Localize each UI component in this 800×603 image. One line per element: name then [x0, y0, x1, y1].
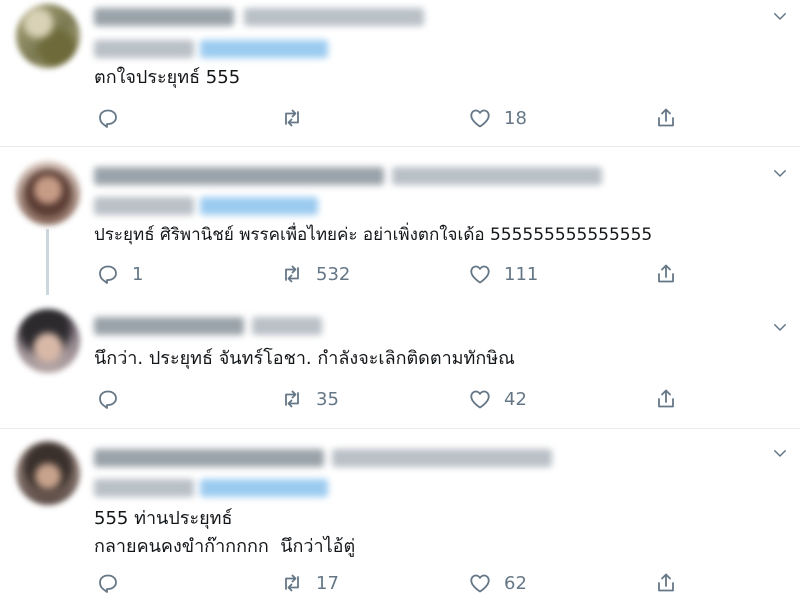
- author-handle[interactable]: [252, 317, 322, 335]
- tweet-text-line: 555 ท่านประยุทธ์: [94, 508, 233, 529]
- tweet-text: 555 ท่านประยุทธ์กลายคนคงขำก๊ากกกก นึกว่า…: [94, 505, 355, 561]
- share-button[interactable]: [654, 260, 678, 288]
- avatar[interactable]: [16, 161, 80, 225]
- reply-count: 1: [132, 263, 144, 285]
- like-button[interactable]: 111: [468, 260, 538, 288]
- reply-mention[interactable]: [200, 197, 318, 215]
- like-count: 42: [504, 388, 527, 410]
- tweet-actions: 17 62: [94, 569, 694, 597]
- author-name[interactable]: [94, 167, 384, 185]
- author-name[interactable]: [94, 317, 244, 335]
- retweet-button[interactable]: 35: [280, 385, 339, 413]
- share-button[interactable]: [654, 385, 678, 413]
- like-count: 62: [504, 572, 527, 594]
- avatar[interactable]: [16, 441, 80, 505]
- reply-icon: [99, 109, 117, 128]
- avatar[interactable]: [16, 309, 80, 373]
- thread-line: [46, 229, 49, 295]
- reply-context: [94, 197, 194, 215]
- share-icon: [658, 264, 674, 283]
- retweet-count: 532: [316, 263, 351, 285]
- reply-button[interactable]: [96, 385, 132, 413]
- chevron-down-icon: [774, 324, 786, 331]
- author-handle[interactable]: [392, 167, 602, 185]
- retweet-icon: [285, 109, 299, 127]
- tweet-actions: 18: [94, 104, 694, 132]
- tweet-actions: 35 42: [94, 385, 694, 413]
- reply-context: [94, 40, 194, 58]
- more-menu-button[interactable]: [768, 4, 792, 28]
- like-button[interactable]: 42: [468, 385, 527, 413]
- tweet-text: ประยุทธ์ ศิริพานิชย์ พรรคเพื่อไทยค่ะ อย่…: [94, 221, 652, 249]
- tweet-actions: 1 532 111: [94, 260, 694, 288]
- share-icon: [658, 108, 674, 127]
- more-menu-button[interactable]: [768, 441, 792, 465]
- reply-context: [94, 479, 194, 497]
- reply-button[interactable]: [96, 569, 132, 597]
- retweet-icon: [285, 265, 299, 283]
- tweet[interactable]: นึกว่า. ประยุทธ์ จันทร์โอชา. กำลังจะเลิก…: [0, 295, 800, 423]
- tweet-text: นึกว่า. ประยุทธ์ จันทร์โอชา. กำลังจะเลิก…: [94, 345, 515, 373]
- tweet-text-line: กลายคนคงขำก๊ากกกก นึกว่าไอ้ตู่: [94, 536, 356, 557]
- author-name[interactable]: [94, 8, 234, 26]
- tweet-text-line: ประยุทธ์ ศิริพานิชย์ พรรคเพื่อไทยค่ะ อย่…: [94, 225, 653, 245]
- chevron-down-icon: [774, 450, 786, 457]
- share-icon: [658, 389, 674, 408]
- share-button[interactable]: [654, 569, 678, 597]
- heart-icon: [470, 574, 490, 593]
- tweet-text-line: ตกใจประยุทธ์ 555: [94, 67, 241, 88]
- retweet-icon: [285, 390, 299, 408]
- retweet-count: 17: [316, 572, 339, 594]
- retweet-button[interactable]: [280, 104, 316, 132]
- chevron-down-icon: [774, 170, 786, 177]
- like-button[interactable]: 62: [468, 569, 527, 597]
- reply-mention[interactable]: [200, 479, 328, 497]
- like-count: 111: [504, 263, 539, 285]
- like-button[interactable]: 18: [468, 104, 527, 132]
- heart-icon: [470, 109, 490, 128]
- heart-icon: [470, 265, 490, 284]
- reply-icon: [99, 390, 117, 409]
- tweet-text-line: นึกว่า. ประยุทธ์ จันทร์โอชา. กำลังจะเลิก…: [94, 348, 515, 369]
- share-icon: [658, 573, 674, 592]
- retweet-button[interactable]: 532: [280, 260, 350, 288]
- share-button[interactable]: [654, 104, 678, 132]
- tweet[interactable]: ตกใจประยุทธ์ 555 18: [0, 0, 800, 146]
- reply-icon: [99, 574, 117, 593]
- reply-button[interactable]: 1: [96, 260, 143, 288]
- reply-icon: [99, 265, 117, 284]
- reply-mention[interactable]: [200, 40, 328, 58]
- tweet[interactable]: ประยุทธ์ ศิริพานิชย์ พรรคเพื่อไทยค่ะ อย่…: [0, 147, 800, 295]
- author-handle[interactable]: [244, 8, 424, 26]
- chevron-down-icon: [774, 13, 786, 20]
- like-count: 18: [504, 107, 527, 129]
- reply-button[interactable]: [96, 104, 132, 132]
- more-menu-button[interactable]: [768, 161, 792, 185]
- heart-icon: [470, 390, 490, 409]
- more-menu-button[interactable]: [768, 315, 792, 339]
- tweet-text: ตกใจประยุทธ์ 555: [94, 64, 240, 92]
- avatar[interactable]: [16, 4, 80, 68]
- author-handle[interactable]: [332, 449, 552, 467]
- retweet-button[interactable]: 17: [280, 569, 339, 597]
- tweet[interactable]: 555 ท่านประยุทธ์กลายคนคงขำก๊ากกกก นึกว่า…: [0, 429, 800, 603]
- author-name[interactable]: [94, 449, 324, 467]
- retweet-count: 35: [316, 388, 339, 410]
- retweet-icon: [285, 574, 299, 592]
